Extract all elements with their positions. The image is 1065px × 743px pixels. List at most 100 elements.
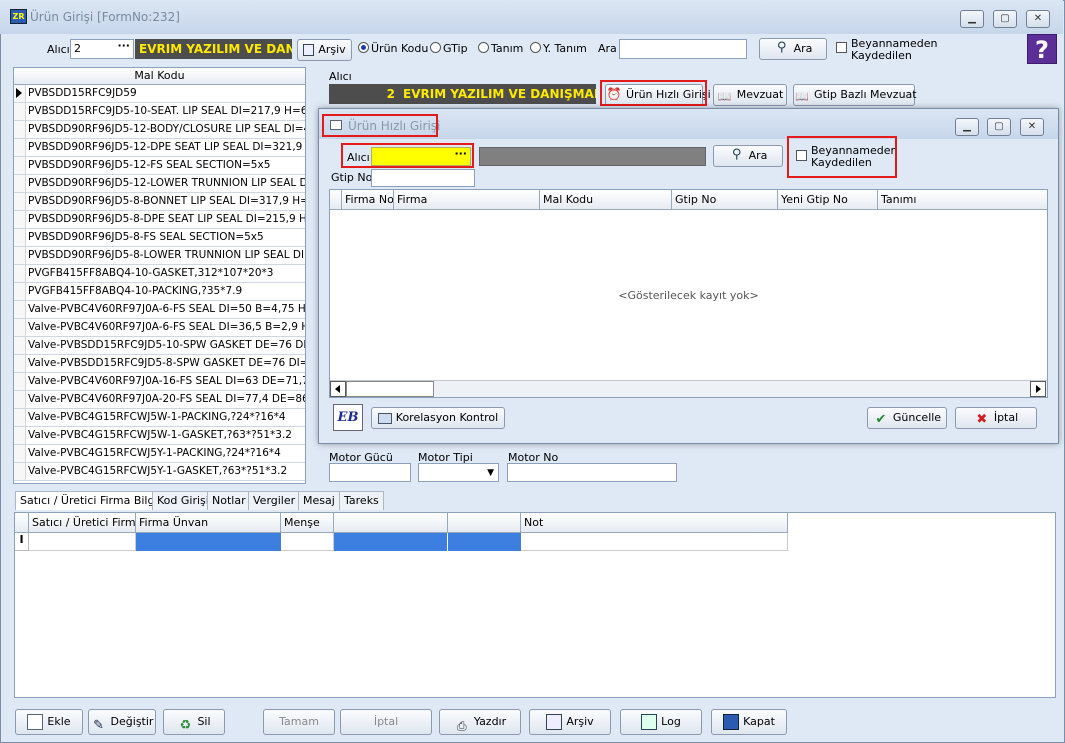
alici-input[interactable]: 2 ··· — [70, 39, 134, 59]
list-item[interactable]: Valve-PVBC4V60RF97J0A-6-FS SEAL DI=36,5 … — [14, 319, 305, 337]
list-item[interactable]: PVBSDD90RF96JD5-12-FS SEAL SECTION=5x5 — [14, 157, 305, 175]
col-blank-1[interactable] — [334, 513, 448, 533]
kapat-button[interactable]: Kapat — [711, 709, 787, 735]
dialog-iptal-button[interactable]: ✖ İptal — [955, 407, 1037, 429]
scroll-thumb[interactable] — [346, 381, 434, 397]
col-blank-2[interactable] — [448, 513, 521, 533]
grid-cell[interactable] — [521, 533, 788, 551]
horizontal-scrollbar[interactable] — [330, 380, 1047, 397]
list-item[interactable]: Valve-PVBC4V60RF97J0A-20-FS SEAL DI=77,4… — [14, 391, 305, 409]
tab-kod-girisi[interactable]: Kod Girişi — [152, 491, 214, 510]
arsiv-top-button[interactable]: Arşiv — [297, 39, 352, 61]
iptal-bottom-button[interactable]: İptal — [340, 709, 432, 735]
radio-gtip[interactable]: GTip — [430, 42, 468, 55]
list-item[interactable]: Valve-PVBC4G15RFCWJ5W-1-PACKING,?24*?16*… — [14, 409, 305, 427]
col-tanimi[interactable]: Tanımı — [878, 190, 1047, 210]
row-indicator — [14, 103, 26, 120]
col-yeni-gtip-no[interactable]: Yeni Gtip No — [778, 190, 878, 210]
tab-notlar[interactable]: Notlar — [207, 491, 251, 510]
scroll-right-button[interactable] — [1030, 381, 1046, 397]
arrow-left-icon — [335, 385, 340, 393]
radio-urun-kodu[interactable]: Ürün Kodu — [358, 42, 428, 55]
grid-cell-selected[interactable] — [448, 533, 521, 551]
tamam-button[interactable]: Tamam — [263, 709, 335, 735]
col-not[interactable]: Not — [521, 513, 788, 533]
radio-icon — [530, 42, 541, 53]
degistir-button[interactable]: ✎ Değiştir — [88, 709, 156, 735]
scroll-left-button[interactable] — [330, 381, 346, 397]
dialog-minimize-button[interactable]: ▁ — [955, 118, 979, 136]
dialog-ara-button[interactable]: ⚲ Ara — [713, 145, 783, 167]
list-item[interactable]: PVBSDD90RF96JD5-12-LOWER TRUNNION LIP SE… — [14, 175, 305, 193]
row-indicator — [14, 85, 26, 102]
dialog-maximize-button[interactable]: ▢ — [987, 118, 1011, 136]
row-indicator — [14, 229, 26, 246]
col-mal-kodu[interactable]: Mal Kodu — [540, 190, 672, 210]
col-firma-no[interactable]: Firma No — [342, 190, 394, 210]
close-button[interactable]: ✕ — [1026, 10, 1050, 28]
list-item[interactable]: Valve-PVBC4V60RF97J0A-6-FS SEAL DI=50 B=… — [14, 301, 305, 319]
list-item[interactable]: PVGFB415FF8ABQ4-10-GASKET,312*107*20*3 — [14, 265, 305, 283]
arsiv-bottom-button[interactable]: Arşiv — [529, 709, 611, 735]
log-button[interactable]: Log — [620, 709, 702, 735]
tab-vergiler[interactable]: Vergiler — [248, 491, 301, 510]
mevzuat-button[interactable]: 📖 Mevzuat — [713, 84, 787, 106]
maximize-button[interactable]: ▢ — [993, 10, 1017, 28]
list-item[interactable]: Valve-PVBSDD15RFC9JD5-10-SPW GASKET DE=7… — [14, 337, 305, 355]
grid-cell[interactable] — [29, 533, 136, 551]
grid-cell[interactable] — [281, 533, 334, 551]
ara-top-button[interactable]: ⚲ Ara — [759, 38, 827, 60]
motor-no-input[interactable] — [507, 463, 677, 482]
gtip-mevzuat-button[interactable]: 📖 Gtip Bazlı Mevzuat — [793, 84, 917, 106]
list-item-label: Valve-PVBC4G15RFCWJ5Y-1-PACKING,?24*?16*… — [28, 447, 281, 459]
ara-input[interactable] — [619, 39, 747, 59]
list-item[interactable]: Valve-PVBC4G15RFCWJ5W-1-GASKET,?63*?51*3… — [14, 427, 305, 445]
col-firma[interactable]: Firma — [394, 190, 540, 210]
col-firma-unvan[interactable]: Firma Ünvan — [136, 513, 281, 533]
gtip-input[interactable] — [371, 169, 475, 187]
row-indicator — [14, 427, 26, 444]
ellipsis-icon[interactable]: ··· — [117, 40, 130, 55]
list-item[interactable]: Valve-PVBC4G15RFCWJ5Y-1-GASKET,?63*?51*3… — [14, 463, 305, 481]
help-icon[interactable]: ? — [1027, 34, 1057, 64]
list-item[interactable]: Valve-PVBC4V60RF97J0A-16-FS SEAL DI=63 D… — [14, 373, 305, 391]
ekle-button[interactable]: Ekle — [15, 709, 83, 735]
list-item[interactable]: PVBSDD90RF96JD5-8-DPE SEAT LIP SEAL DI=2… — [14, 211, 305, 229]
grid-cell-selected[interactable] — [136, 533, 281, 551]
list-item[interactable]: PVBSDD90RF96JD5-12-BODY/CLOSURE LIP SEAL… — [14, 121, 305, 139]
supplier-grid[interactable]: Satıcı / Üretici Firma Firma Ünvan Menşe… — [14, 512, 1056, 698]
tab-satici[interactable]: Satıcı / Üretici Firma Bilgisi — [15, 491, 172, 510]
list-item[interactable]: PVBSDD90RF96JD5-8-FS SEAL SECTION=5x5 — [14, 229, 305, 247]
minimize-button[interactable]: ▁ — [960, 10, 984, 28]
list-item[interactable]: PVBSDD90RF96JD5-12-DPE SEAT LIP SEAL DI=… — [14, 139, 305, 157]
radio-tanim[interactable]: Tanım — [478, 42, 523, 55]
guncelle-button[interactable]: ✔ Güncelle — [867, 407, 947, 429]
sil-button[interactable]: ♻ Sil — [163, 709, 225, 735]
search-icon: ⚲ — [776, 40, 787, 55]
col-satici[interactable]: Satıcı / Üretici Firma — [29, 513, 136, 533]
radio-y-tanim[interactable]: Y. Tanım — [530, 42, 587, 55]
list-item[interactable]: Valve-PVBSDD15RFC9JD5-8-SPW GASKET DE=76… — [14, 355, 305, 373]
tab-tareks[interactable]: Tareks — [339, 491, 384, 510]
product-list[interactable]: Mal Kodu PVBSDD15RFC9JD59 PVBSDD15RFC9JD5… — [13, 67, 306, 484]
yazdir-button[interactable]: ⎙ Yazdır — [439, 709, 521, 735]
beyanname-checkbox[interactable]: Beyannameden Kaydedilen — [836, 38, 937, 62]
detail-alici-no: 2 — [329, 84, 399, 104]
korelasyon-button[interactable]: Korelasyon Kontrol — [371, 407, 505, 429]
list-item[interactable]: Valve-PVBC4G15RFCWJ5Y-1-PACKING,?24*?16*… — [14, 445, 305, 463]
list-item[interactable]: PVBSDD15RFC9JD5-10-SEAT. LIP SEAL DI=217… — [14, 103, 305, 121]
list-item[interactable]: PVBSDD90RF96JD5-8-BONNET LIP SEAL DI=317… — [14, 193, 305, 211]
motor-gucu-input[interactable] — [329, 463, 411, 482]
list-item[interactable]: PVBSDD15RFC9JD59 — [14, 85, 305, 103]
col-gtip-no[interactable]: Gtip No — [672, 190, 778, 210]
motor-tipi-select[interactable]: ▼ — [418, 463, 499, 482]
tab-mesaj[interactable]: Mesaj — [298, 491, 340, 510]
cancel-x-icon: ✖ — [976, 412, 988, 427]
dialog-grid[interactable]: Firma No Firma Mal Kodu Gtip No Yeni Gti… — [329, 189, 1048, 398]
list-item[interactable]: PVBSDD90RF96JD5-8-LOWER TRUNNION LIP SEA… — [14, 247, 305, 265]
radio-icon — [358, 42, 369, 53]
list-item[interactable]: PVGFB415FF8ABQ4-10-PACKING,?35*7.9 — [14, 283, 305, 301]
dialog-close-button[interactable]: ✕ — [1020, 118, 1044, 136]
grid-cell-selected[interactable] — [334, 533, 448, 551]
col-mense[interactable]: Menşe — [281, 513, 334, 533]
